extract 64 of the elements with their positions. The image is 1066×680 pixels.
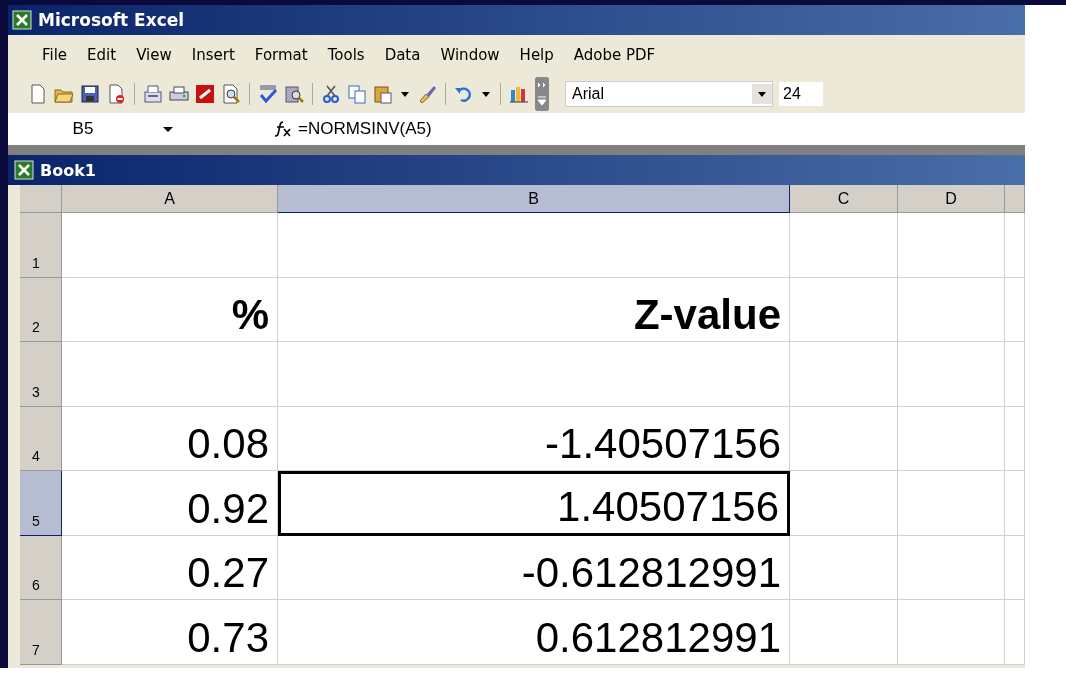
menu-item[interactable]: Insert bbox=[181, 46, 245, 64]
window-title: Microsoft Excel bbox=[38, 10, 185, 30]
row-header[interactable]: 4 bbox=[20, 406, 62, 471]
menu-item[interactable]: Window bbox=[430, 46, 510, 64]
row-header[interactable]: 3 bbox=[20, 342, 62, 407]
table-cell: 0.08 bbox=[62, 406, 278, 471]
table-cell: % bbox=[62, 277, 278, 342]
font-field[interactable]: Arial bbox=[565, 81, 773, 107]
menu-item[interactable]: View bbox=[126, 46, 182, 64]
table-cell: -1.40507156 bbox=[278, 406, 790, 471]
print-icon[interactable] bbox=[169, 84, 189, 104]
column-header[interactable]: B bbox=[278, 185, 790, 213]
column-header[interactable]: A bbox=[62, 185, 278, 213]
formula-field[interactable]: =NORMSINV(A5) bbox=[298, 119, 432, 139]
save-icon[interactable] bbox=[80, 84, 100, 104]
email-icon[interactable] bbox=[143, 84, 163, 104]
format-painter-icon[interactable] bbox=[417, 84, 437, 104]
menu-item[interactable]: Edit bbox=[77, 46, 127, 64]
table-cell: 1.40507156 bbox=[278, 471, 790, 536]
excel-icon bbox=[12, 10, 32, 30]
new-document-icon[interactable] bbox=[28, 84, 48, 104]
font-size-field[interactable]: 24 bbox=[779, 82, 823, 106]
table-cell: 0.92 bbox=[62, 471, 278, 536]
cut-icon[interactable] bbox=[321, 84, 341, 104]
function-icon[interactable] bbox=[274, 120, 292, 138]
row-header[interactable]: 1 bbox=[20, 213, 62, 278]
permission-icon[interactable] bbox=[106, 84, 126, 104]
name-box[interactable]: B5 bbox=[8, 119, 158, 139]
menu-item[interactable]: Data bbox=[374, 46, 431, 64]
toolbar-options-icon[interactable] bbox=[535, 77, 549, 111]
table-cell bbox=[1005, 600, 1025, 665]
table-cell: 0.27 bbox=[62, 535, 278, 600]
table-cell: Z-value bbox=[278, 277, 790, 342]
table-cell: 0.73 bbox=[62, 600, 278, 665]
pdf-icon[interactable] bbox=[195, 84, 215, 104]
workbook-title: Book1 bbox=[40, 160, 96, 180]
workbook-icon bbox=[14, 160, 34, 180]
row-header[interactable]: 5 bbox=[20, 471, 62, 536]
spelling-icon[interactable] bbox=[258, 84, 278, 104]
table-cell bbox=[1005, 213, 1025, 278]
column-header[interactable]: D bbox=[898, 185, 1005, 213]
menu-item[interactable]: File bbox=[32, 46, 78, 64]
copy-icon[interactable] bbox=[347, 84, 367, 104]
table-cell bbox=[1005, 471, 1025, 536]
table-cell bbox=[1005, 406, 1025, 471]
table-cell bbox=[1005, 277, 1025, 342]
menu-item[interactable]: Help bbox=[509, 46, 564, 64]
menu-item[interactable]: Adobe PDF bbox=[563, 46, 666, 64]
table-cell bbox=[1005, 535, 1025, 600]
row-header[interactable]: 6 bbox=[20, 535, 62, 600]
caret-icon[interactable] bbox=[752, 84, 772, 104]
table-cell: -0.612812991 bbox=[278, 535, 790, 600]
menu-item[interactable]: Tools bbox=[317, 46, 375, 64]
menu-item[interactable]: Format bbox=[244, 46, 318, 64]
research-icon[interactable] bbox=[284, 84, 304, 104]
column-header[interactable]: C bbox=[790, 185, 898, 213]
table-cell: 0.612812991 bbox=[278, 600, 790, 665]
row-header[interactable]: 2 bbox=[20, 277, 62, 342]
undo-icon[interactable] bbox=[454, 84, 474, 104]
table-cell bbox=[1005, 342, 1025, 407]
row-header[interactable]: 7 bbox=[20, 600, 62, 665]
chart-icon[interactable] bbox=[509, 84, 529, 104]
paste-icon[interactable] bbox=[373, 84, 393, 104]
print-preview-icon[interactable] bbox=[221, 84, 241, 104]
